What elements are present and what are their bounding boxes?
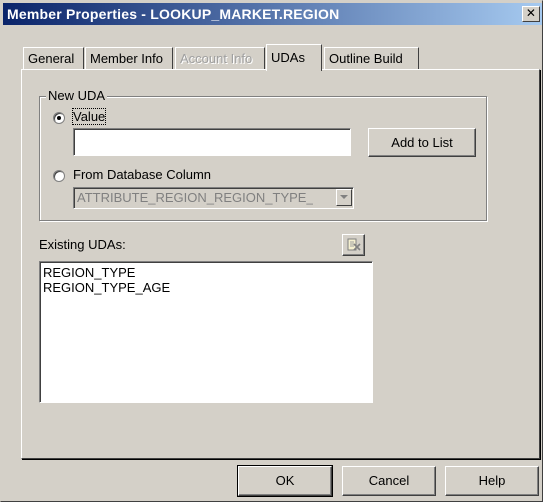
title-bar[interactable]: Member Properties - LOOKUP_MARKET.REGION…: [3, 3, 542, 25]
tab-account-info: Account Info: [175, 47, 265, 69]
member-properties-dialog: Member Properties - LOOKUP_MARKET.REGION…: [0, 0, 543, 502]
add-to-list-label: Add to List: [391, 135, 453, 150]
add-to-list-button[interactable]: Add to List: [368, 128, 476, 157]
window-title: Member Properties - LOOKUP_MARKET.REGION: [7, 6, 340, 22]
value-radio-text: Value: [71, 108, 107, 125]
tab-outline-build-label: Outline Build: [329, 51, 403, 66]
cancel-button[interactable]: Cancel: [342, 466, 436, 496]
tab-outline-build[interactable]: Outline Build: [324, 47, 419, 69]
database-column-radio-label[interactable]: From Database Column: [73, 167, 211, 182]
value-radio-label[interactable]: Value: [71, 108, 107, 125]
tab-udas-label: UDAs: [271, 50, 305, 65]
database-column-radio[interactable]: [53, 170, 65, 182]
tab-general[interactable]: General: [23, 47, 84, 69]
help-label: Help: [478, 473, 506, 488]
database-column-select: ATTRIBUTE_REGION_REGION_TYPE_: [73, 187, 354, 209]
ok-label: OK: [275, 473, 295, 488]
close-icon[interactable]: ✕: [522, 6, 540, 22]
ok-button[interactable]: OK: [237, 465, 333, 497]
tab-udas[interactable]: UDAs: [266, 44, 322, 71]
value-input[interactable]: [73, 128, 351, 156]
tab-account-info-label: Account Info: [180, 51, 253, 66]
list-item[interactable]: REGION_TYPE_AGE: [40, 280, 372, 295]
tab-general-label: General: [28, 51, 75, 66]
existing-udas-label: Existing UDAs:: [39, 237, 126, 252]
list-item[interactable]: REGION_TYPE: [40, 265, 372, 280]
tab-member-info-label: Member Info: [90, 51, 163, 66]
tab-member-info[interactable]: Member Info: [85, 47, 173, 69]
cancel-label: Cancel: [368, 473, 410, 488]
new-uda-group-label: New UDA: [46, 88, 108, 103]
chevron-down-icon: [336, 189, 352, 206]
help-button[interactable]: Help: [445, 466, 539, 496]
delete-icon: [347, 238, 361, 251]
value-radio[interactable]: [53, 112, 65, 124]
database-column-value: ATTRIBUTE_REGION_REGION_TYPE_: [77, 190, 313, 205]
delete-uda-button[interactable]: [342, 234, 365, 256]
existing-udas-list[interactable]: REGION_TYPE REGION_TYPE_AGE: [39, 261, 373, 403]
